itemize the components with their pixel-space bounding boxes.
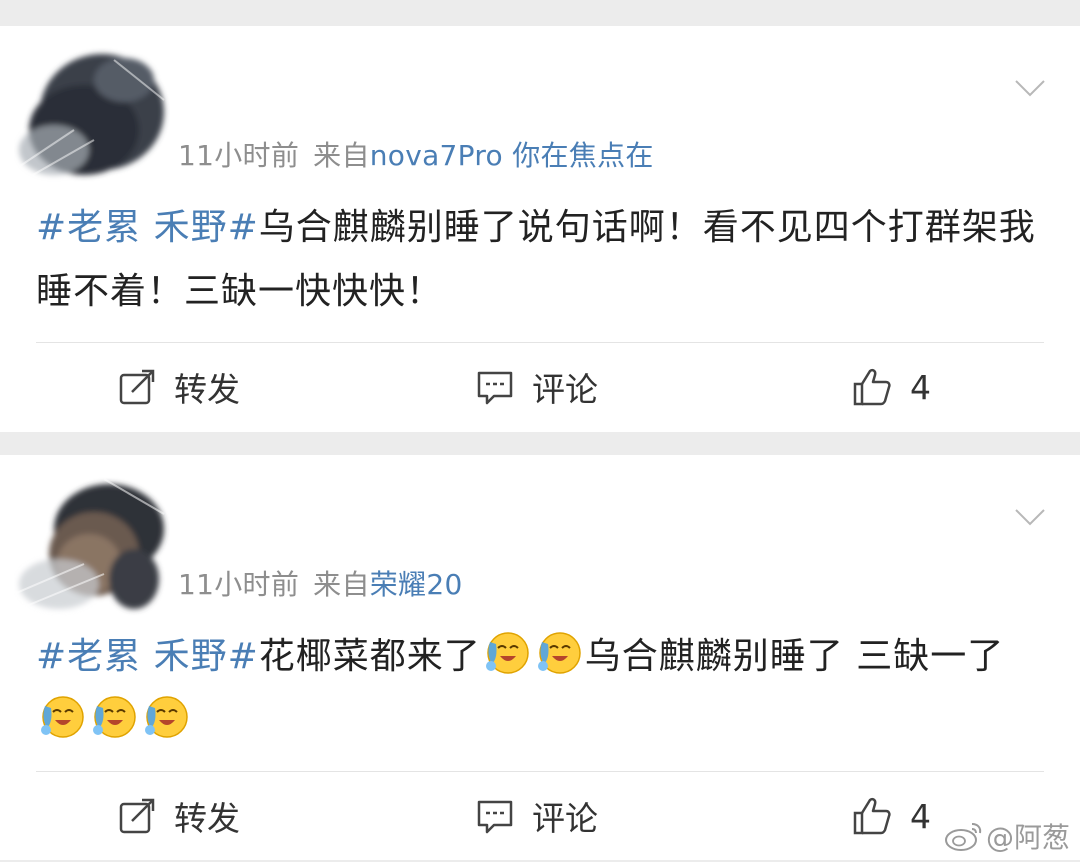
comment-label: 评论 bbox=[532, 799, 598, 838]
watermark: @阿葱 bbox=[944, 816, 1070, 856]
avatar[interactable] bbox=[14, 40, 170, 190]
like-button[interactable]: 4 bbox=[852, 772, 931, 860]
comment-button[interactable]: 评论 bbox=[476, 772, 598, 860]
repost-icon bbox=[119, 369, 155, 405]
crying-laughing-emoji bbox=[534, 628, 584, 678]
topic-link[interactable]: #老累 禾野# bbox=[36, 207, 259, 248]
repost-button[interactable]: 转发 bbox=[118, 343, 240, 431]
post-meta: 11小时前 来自nova7Pro 你在焦点在 bbox=[178, 134, 654, 174]
avatar[interactable] bbox=[14, 469, 170, 619]
emoji-group bbox=[481, 632, 585, 677]
repost-button[interactable]: 转发 bbox=[118, 772, 240, 860]
comment-icon bbox=[477, 371, 513, 405]
watermark-text: @阿葱 bbox=[985, 821, 1070, 854]
comment-icon bbox=[477, 800, 513, 834]
repost-label: 转发 bbox=[174, 370, 240, 409]
action-bar: 转发 评论 4 bbox=[0, 343, 1080, 431]
device-link[interactable]: nova7Pro 你在焦点在 bbox=[370, 139, 654, 172]
comment-label: 评论 bbox=[532, 370, 598, 409]
crying-laughing-emoji bbox=[89, 692, 139, 742]
thumbs-up-icon bbox=[853, 368, 891, 406]
post-card: 11小时前 来自荣耀20 #老累 禾野#花椰菜都来了 乌合麒麟别睡了 三缺一了 转发… bbox=[0, 455, 1080, 860]
post-body: 花椰菜都来了 bbox=[258, 636, 481, 677]
crying-laughing-emoji bbox=[482, 628, 532, 678]
source-prefix: 来自 bbox=[313, 139, 370, 172]
like-count: 4 bbox=[910, 367, 931, 407]
repost-icon bbox=[119, 798, 155, 834]
post-time: 11小时前 bbox=[178, 568, 300, 601]
post-meta: 11小时前 来自荣耀20 bbox=[178, 563, 463, 603]
post-card: 11小时前 来自nova7Pro 你在焦点在 #老累 禾野#乌合麒麟别睡了说句话啊… bbox=[0, 26, 1080, 432]
comment-button[interactable]: 评论 bbox=[476, 343, 598, 431]
post-body: 乌合麒麟别睡了 三缺一了 bbox=[584, 636, 1005, 677]
like-button[interactable]: 4 bbox=[852, 343, 931, 431]
post-time: 11小时前 bbox=[178, 139, 300, 172]
source-prefix: 来自 bbox=[313, 568, 370, 601]
repost-label: 转发 bbox=[174, 799, 240, 838]
like-count: 4 bbox=[910, 796, 931, 836]
device-link[interactable]: 荣耀20 bbox=[370, 568, 463, 601]
weibo-logo-icon bbox=[944, 823, 982, 851]
action-bar: 转发 评论 4 bbox=[0, 772, 1080, 860]
post-text: #老累 禾野#花椰菜都来了 乌合麒麟别睡了 三缺一了 bbox=[36, 625, 1046, 753]
topic-link[interactable]: #老累 禾野# bbox=[36, 636, 259, 677]
crying-laughing-emoji bbox=[37, 692, 87, 742]
thumbs-up-icon bbox=[853, 797, 891, 835]
chevron-down-icon[interactable] bbox=[1014, 507, 1046, 527]
crying-laughing-emoji bbox=[141, 692, 191, 742]
chevron-down-icon[interactable] bbox=[1014, 78, 1046, 98]
emoji-group bbox=[36, 696, 192, 741]
post-text: #老累 禾野#乌合麒麟别睡了说句话啊！看不见四个打群架我睡不着！三缺一快快快！ bbox=[36, 196, 1046, 324]
